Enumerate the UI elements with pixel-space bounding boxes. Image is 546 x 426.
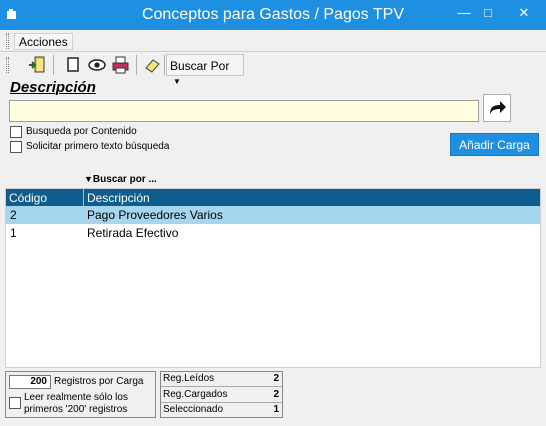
search-input[interactable]	[9, 100, 479, 122]
column-separator[interactable]	[83, 189, 84, 206]
minimize-icon: —	[457, 5, 471, 20]
search-label: Descripción	[10, 79, 96, 96]
leer-primeros-checkbox[interactable]	[9, 397, 21, 409]
menu-bar: Acciones	[0, 30, 546, 52]
grid-header: Código Descripción	[6, 189, 540, 206]
exit-door-icon	[29, 56, 45, 73]
toolbar-separator	[136, 55, 137, 75]
search-go-button[interactable]	[483, 94, 511, 122]
row-description: Pago Proveedores Varios	[87, 208, 223, 222]
maximize-button[interactable]: □	[476, 4, 500, 22]
stat-reg-cargados: Reg.Cargados 2	[161, 388, 282, 403]
print-button[interactable]	[110, 55, 132, 75]
solicitar-primero-label: Solicitar primero texto búsqueda	[26, 141, 170, 152]
table-row[interactable]: 1 Retirada Efectivo	[6, 224, 540, 242]
buscar-por-dropdown[interactable]: Buscar Por ▼	[166, 54, 244, 86]
load-settings-panel: 200 Registros por Carga Leer realmente s…	[5, 371, 156, 418]
view-eye-icon	[88, 59, 106, 71]
redo-arrow-icon	[490, 101, 506, 114]
close-icon: ✕	[518, 5, 530, 20]
row-code: 1	[10, 226, 17, 240]
new-document-icon	[67, 57, 79, 72]
busqueda-contenido-option[interactable]: Busqueda por Contenido	[10, 126, 190, 140]
stat-reg-leidos: Reg.Leídos 2	[161, 372, 282, 387]
row-code: 2	[10, 208, 17, 222]
stat-label: Seleccionado	[163, 404, 224, 415]
clear-button[interactable]	[142, 55, 164, 75]
record-stats-panel: Reg.Leídos 2 Reg.Cargados 2 Seleccionado…	[160, 371, 283, 418]
registros-count-input[interactable]: 200	[9, 375, 51, 389]
stat-value: 2	[273, 389, 279, 400]
column-header-code[interactable]: Código	[9, 191, 84, 205]
stat-label: Reg.Leídos	[163, 373, 215, 384]
toolbar-separator	[164, 55, 165, 75]
sort-hint-label: Buscar por ...	[92, 174, 157, 185]
stat-value: 2	[273, 373, 279, 384]
stat-label: Reg.Cargados	[163, 389, 228, 400]
toolbar: Buscar Por ▼	[0, 52, 546, 86]
column-header-description[interactable]: Descripción	[87, 191, 150, 205]
leer-primeros-label: Leer realmente sólo los primeros '200' r…	[24, 392, 128, 415]
busqueda-contenido-checkbox[interactable]	[10, 126, 22, 138]
minimize-button[interactable]: —	[452, 4, 476, 22]
maximize-icon: □	[484, 5, 492, 20]
toolbar-separator	[53, 55, 54, 75]
filter-icon: ▼	[84, 174, 93, 184]
toolbar-grip[interactable]	[6, 57, 9, 73]
sort-hint[interactable]: ▼Buscar por ...	[84, 174, 157, 185]
stat-value: 1	[273, 404, 279, 415]
solicitar-primero-option[interactable]: Solicitar primero texto búsqueda	[10, 141, 230, 155]
print-icon	[112, 56, 129, 74]
chevron-down-icon: ▼	[173, 77, 181, 86]
new-button[interactable]	[62, 55, 84, 75]
registros-label: Registros por Carga	[54, 376, 144, 387]
add-load-button[interactable]: Añadir Carga	[450, 133, 539, 156]
concepts-grid[interactable]: Código Descripción 2 Pago Proveedores Va…	[5, 188, 541, 368]
view-button[interactable]	[86, 55, 108, 75]
table-row[interactable]: 2 Pago Proveedores Varios	[6, 206, 540, 224]
menu-acciones[interactable]: Acciones	[14, 33, 73, 50]
exit-button[interactable]	[26, 55, 48, 75]
eraser-icon	[145, 59, 160, 73]
stat-seleccionado: Seleccionado 1	[161, 403, 282, 418]
row-description: Retirada Efectivo	[87, 226, 179, 240]
solicitar-primero-checkbox[interactable]	[10, 141, 22, 153]
menu-grip[interactable]	[6, 33, 9, 49]
title-bar: Conceptos para Gastos / Pagos TPV — □ ✕	[0, 0, 546, 30]
buscar-por-label: Buscar Por	[170, 59, 230, 73]
close-button[interactable]: ✕	[512, 4, 536, 22]
busqueda-contenido-label: Busqueda por Contenido	[26, 126, 137, 137]
